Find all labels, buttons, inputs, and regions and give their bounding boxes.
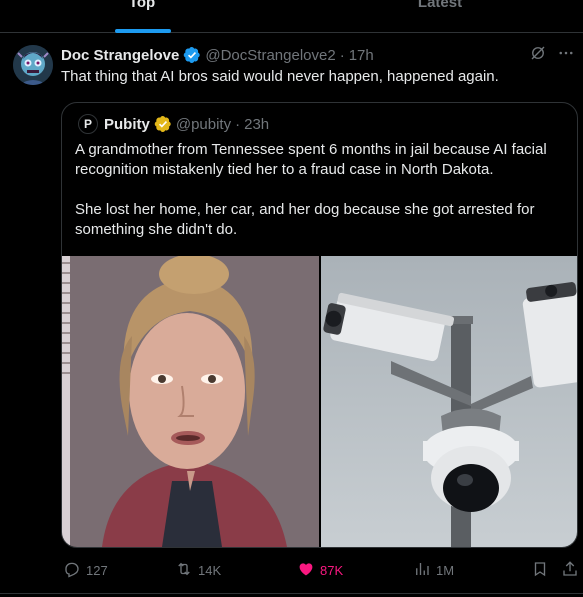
quoted-tweet-text: A grandmother from Tennessee spent 6 mon…	[75, 140, 570, 260]
active-tab-indicator	[115, 29, 171, 33]
quoted-paragraph-2: She lost her home, her car, and her dog …	[75, 201, 535, 238]
heart-icon	[297, 560, 315, 581]
tweet-top-actions	[529, 44, 575, 67]
mugshot-photo[interactable]	[62, 256, 319, 547]
tab-latest[interactable]: Latest	[330, 0, 550, 33]
views-icon	[413, 560, 431, 581]
like-button[interactable]: 87K	[297, 560, 343, 580]
tweet-header: Doc Strangelove @DocStrangelove2 · 17h	[61, 46, 374, 64]
reply-icon	[63, 560, 81, 581]
author-avatar[interactable]	[13, 45, 53, 85]
timeline-tabs: Top Latest	[0, 0, 583, 33]
retweet-count: 14K	[198, 562, 222, 578]
verified-gold-badge-icon	[154, 115, 172, 133]
more-icon[interactable]	[557, 44, 575, 67]
divider	[0, 593, 583, 594]
verified-badge-icon	[183, 46, 201, 64]
tweet-time[interactable]: 17h	[349, 47, 374, 64]
bookmark-button[interactable]	[531, 560, 549, 580]
tweet-actions: 127 14K 87K 1M	[61, 560, 578, 584]
views-count: 1M	[436, 562, 455, 578]
surveillance-cameras-photo[interactable]	[321, 256, 577, 547]
tweet-text: That thing that AI bros said would never…	[61, 68, 499, 85]
author-handle[interactable]: @DocStrangelove2	[205, 47, 335, 64]
share-icon	[561, 560, 579, 581]
quoted-author-name[interactable]: Pubity	[104, 116, 150, 133]
views-button[interactable]: 1M	[413, 560, 454, 580]
grok-icon[interactable]	[529, 44, 547, 67]
separator-dot: ·	[235, 115, 241, 133]
reply-count: 127	[86, 562, 108, 578]
reply-button[interactable]: 127	[63, 560, 108, 580]
like-count: 87K	[320, 562, 344, 578]
quoted-paragraph-1: A grandmother from Tennessee spent 6 mon…	[75, 141, 547, 178]
bookmark-icon	[531, 560, 549, 581]
quoted-author-avatar[interactable]: P	[78, 114, 98, 134]
author-name[interactable]: Doc Strangelove	[61, 47, 179, 64]
quoted-tweet-header: P Pubity @pubity · 23h	[78, 114, 269, 134]
share-button[interactable]	[561, 560, 579, 580]
quoted-media[interactable]	[62, 256, 577, 547]
quoted-tweet[interactable]: P Pubity @pubity · 23h A grandmother fro…	[61, 102, 578, 548]
retweet-icon	[175, 560, 193, 581]
separator-dot: ·	[339, 46, 345, 64]
retweet-button[interactable]: 14K	[175, 560, 221, 580]
quoted-tweet-time[interactable]: 23h	[244, 116, 269, 133]
quoted-author-handle[interactable]: @pubity	[176, 116, 231, 133]
